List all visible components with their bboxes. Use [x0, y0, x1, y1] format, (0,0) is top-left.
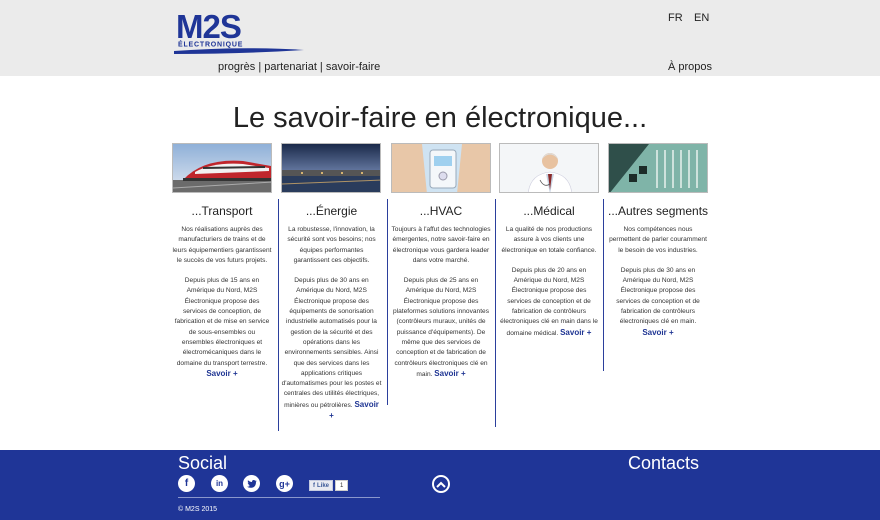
scroll-to-top-button[interactable]: [432, 475, 450, 493]
facebook-icon[interactable]: f: [178, 475, 195, 492]
copyright: © M2S 2015: [178, 506, 218, 513]
thumbs-up-icon: f: [313, 482, 315, 489]
chevron-up-icon: [436, 481, 446, 488]
segment-paragraph: Depuis plus de 20 ans en Amérique du Nor…: [500, 266, 598, 337]
circuit-board-image[interactable]: [608, 143, 708, 193]
linkedin-icon[interactable]: in: [211, 475, 228, 492]
google-plus-icon[interactable]: g+: [276, 475, 293, 492]
main-nav: progrès | partenariat | savoir-faire: [218, 61, 380, 73]
hydro-dam-image[interactable]: [281, 143, 381, 193]
segment-paragraph: Depuis plus de 30 ans en Amérique du Nor…: [616, 266, 700, 326]
site-footer: Social Contacts f in g+ f Like 1 © M2S 20…: [0, 450, 880, 520]
segment-description: Nos compétences nous permettent de parle…: [608, 225, 708, 339]
doctor-image[interactable]: [499, 143, 599, 193]
segment-paragraph: Nos compétences nous permettent de parle…: [609, 226, 707, 254]
segment-paragraph: Depuis plus de 30 ans en Amérique du Nor…: [281, 277, 382, 409]
segment-description: La robustesse, l'innovation, la sécurité…: [281, 225, 382, 422]
nav-savoir-faire[interactable]: savoir-faire: [326, 61, 380, 73]
nav-separator: |: [255, 61, 265, 73]
segment-transport: ...Transport Nos réalisations auprès des…: [172, 143, 272, 380]
site-header: M2S ÉLECTRONIQUE FR EN progrès | partena…: [0, 0, 880, 76]
column-divider: [495, 199, 496, 427]
segment-title: ...Autres segments: [608, 204, 709, 218]
contacts-heading[interactable]: Contacts: [628, 453, 699, 474]
social-heading: Social: [178, 453, 228, 473]
savoir-plus-link[interactable]: Savoir +: [560, 328, 591, 337]
segment-hvac: ...HVAC Toujours à l'affut des technolog…: [391, 143, 491, 380]
m2s-logo[interactable]: M2S ÉLECTRONIQUE: [172, 10, 306, 56]
segment-title: ...Transport: [191, 204, 253, 218]
train-image[interactable]: [172, 143, 272, 193]
segments-section: ...Transport Nos réalisations auprès des…: [172, 143, 708, 433]
thermostat-image[interactable]: [391, 143, 491, 193]
column-divider: [387, 199, 388, 405]
segment-description: Toujours à l'affut des technologies émer…: [391, 225, 491, 380]
savoir-plus-link[interactable]: Savoir +: [642, 328, 673, 337]
nav-progres[interactable]: progrès: [218, 61, 255, 73]
segment-title: ...HVAC: [419, 204, 463, 218]
language-en-link[interactable]: EN: [694, 12, 709, 24]
nav-about[interactable]: À propos: [668, 61, 712, 73]
like-label: f Like: [309, 480, 334, 491]
segment-autres: ...Autres segments Nos compétences nous …: [608, 143, 708, 339]
segment-description: La qualité de nos productions assure à v…: [499, 225, 599, 339]
segment-title: ...Médical: [523, 204, 575, 218]
nav-partenariat[interactable]: partenariat: [264, 61, 317, 73]
language-fr-link[interactable]: FR: [668, 12, 683, 24]
twitter-icon[interactable]: [243, 475, 260, 492]
savoir-plus-link[interactable]: Savoir +: [206, 369, 237, 378]
column-divider: [603, 199, 604, 371]
page-title: Le savoir-faire en électronique...: [232, 102, 648, 134]
savoir-plus-link[interactable]: Savoir +: [434, 369, 465, 378]
svg-text:ÉLECTRONIQUE: ÉLECTRONIQUE: [178, 40, 243, 49]
segment-paragraph: La qualité de nos productions assure à v…: [501, 226, 597, 254]
segment-paragraph: La robustesse, l'innovation, la sécurité…: [287, 226, 376, 264]
segment-paragraph: Depuis plus de 25 ans en Amérique du Nor…: [392, 277, 490, 378]
footer-divider: [178, 497, 380, 498]
facebook-like-button[interactable]: f Like 1: [309, 480, 349, 491]
nav-separator: |: [316, 61, 326, 73]
like-text: Like: [317, 482, 330, 489]
like-count: 1: [335, 480, 349, 491]
segment-medical: ...Médical La qualité de nos productions…: [499, 143, 599, 339]
segment-paragraph: Nos réalisations auprès des manufacturie…: [172, 226, 272, 264]
segment-paragraph: Depuis plus de 15 ans en Amérique du Nor…: [174, 277, 270, 367]
column-divider: [278, 199, 279, 431]
segment-energie: ...Énergie La robustesse, l'innovation, …: [281, 143, 382, 422]
segment-title: ...Énergie: [305, 204, 358, 218]
svg-text:M2S: M2S: [176, 10, 241, 45]
segment-paragraph: Toujours à l'affut des technologies émer…: [391, 226, 491, 264]
segment-description: Nos réalisations auprès des manufacturie…: [172, 225, 272, 380]
